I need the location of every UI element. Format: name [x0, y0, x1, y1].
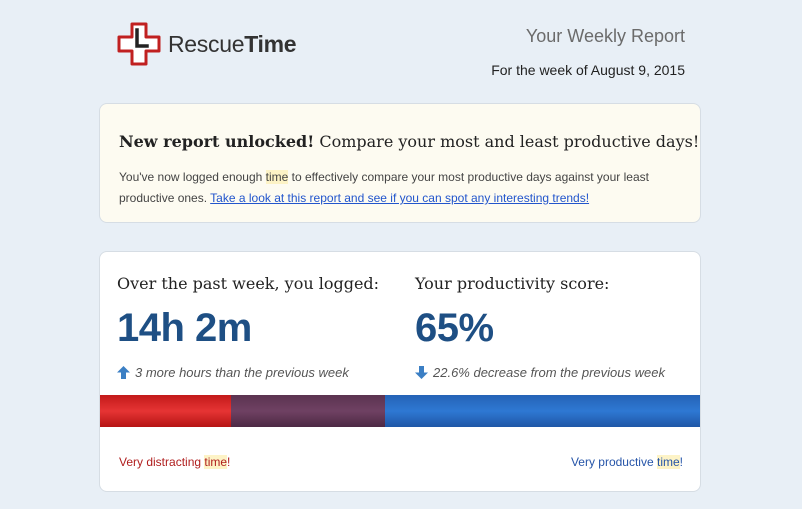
time-logged-change: 3 more hours than the previous week	[117, 365, 379, 380]
very-distracting-segment	[100, 395, 231, 427]
time-logged-label: Over the past week, you logged:	[117, 274, 380, 293]
arrow-down-icon	[415, 366, 428, 379]
rescuetime-logo[interactable]: RescueTime	[117, 22, 297, 66]
unlock-heading: New report unlocked! Compare your most a…	[119, 132, 700, 151]
very-productive-label: Very productive time!	[570, 455, 683, 469]
productivity-distribution-bar	[100, 395, 700, 427]
distracting-segment	[231, 395, 385, 427]
weekly-stats-card: Over the past week, you logged: 14h 2m 3…	[99, 251, 701, 492]
report-header: RescueTime Your Weekly Report For the we…	[0, 0, 802, 100]
productivity-score-label: Your productivity score:	[415, 274, 610, 293]
time-logged-section: Over the past week, you logged: 14h 2m 3…	[117, 274, 379, 380]
productivity-score-value: 65%	[415, 306, 494, 350]
productivity-score-section: Your productivity score: 65% 22.6% decre…	[415, 274, 665, 380]
logo-text: RescueTime	[168, 30, 297, 57]
time-logged-value: 14h 2m	[117, 306, 252, 350]
new-report-unlocked-card: New report unlocked! Compare your most a…	[99, 103, 701, 223]
very-distracting-label: Very distracting time!	[119, 455, 231, 469]
productivity-score-change: 22.6% decrease from the previous week	[415, 365, 665, 380]
unlock-body: You've now logged enough time to effecti…	[119, 170, 649, 205]
very-productive-segment	[385, 395, 700, 427]
report-title: Your Weekly Report	[525, 26, 685, 46]
rescuetime-cross-clock-icon	[117, 22, 161, 66]
arrow-up-icon	[117, 366, 130, 379]
report-week: For the week of August 9, 2015	[491, 62, 685, 78]
view-report-link[interactable]: Take a look at this report and see if yo…	[210, 191, 589, 205]
